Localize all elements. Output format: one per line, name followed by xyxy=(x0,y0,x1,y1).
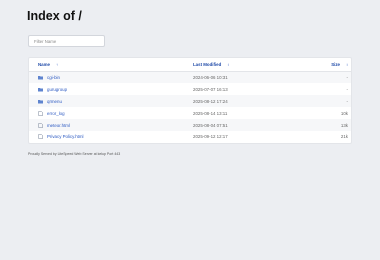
cell-name: qrmenu xyxy=(29,95,178,107)
folder-icon xyxy=(38,75,43,80)
cell-last-modified: 2024-06-06 10:31 xyxy=(193,75,228,81)
cell-size: 13k xyxy=(340,122,348,128)
folder-icon xyxy=(38,87,43,92)
column-header-size[interactable]: Size ↕ xyxy=(323,58,351,72)
column-header-last-modified[interactable]: Last Modified ↕ xyxy=(178,58,323,72)
cell-size: 21k xyxy=(340,134,348,140)
column-header-name-label: Name xyxy=(38,62,50,67)
sort-arrow-modified-icon: ↕ xyxy=(227,62,230,67)
cell-name: meteor.html xyxy=(29,119,178,131)
file-listing-card: Name ↑ Last Modified ↕ Size ↕ cgi-bin 2024-0… xyxy=(28,57,352,144)
cell-size: - xyxy=(346,98,348,104)
entry-link[interactable]: cgi-bin xyxy=(47,75,60,80)
cell-last-modified: 2025-08-14 13:11 xyxy=(193,110,228,116)
table-row: Privacy Policy.html 2025-09-12 12:17 21k xyxy=(29,131,351,143)
table-row: error_log 2025-08-14 13:11 10k xyxy=(29,107,351,119)
entry-link[interactable]: meteor.html xyxy=(47,123,70,128)
server-footer: Proudly Served by LiteSpeed Web Server a… xyxy=(28,152,121,156)
table-row: qrmenu 2025-08-12 17:24 - xyxy=(29,95,351,108)
sort-arrow-size-icon: ↕ xyxy=(346,62,348,67)
entry-link[interactable]: qrmenu xyxy=(47,99,62,104)
cell-size: - xyxy=(346,75,348,81)
cell-name: gurugroup xyxy=(29,83,178,95)
folder-icon xyxy=(38,99,43,104)
sort-arrow-name-icon: ↑ xyxy=(55,62,58,67)
cell-last-modified: 2025-07-07 16:13 xyxy=(193,86,228,92)
cell-last-modified: 2025-08-12 17:24 xyxy=(193,98,228,104)
cell-name: error_log xyxy=(29,107,178,119)
cell-last-modified: 2025-09-12 12:17 xyxy=(193,134,228,140)
table-row: meteor.html 2025-08-04 07:51 13k xyxy=(29,119,351,131)
table-row: cgi-bin 2024-06-06 10:31 - xyxy=(29,71,351,84)
entry-link[interactable]: gurugroup xyxy=(47,87,67,92)
cell-size: - xyxy=(346,86,348,92)
table-header-row: Name ↑ Last Modified ↕ Size ↕ xyxy=(29,58,351,72)
cell-last-modified: 2025-08-04 07:51 xyxy=(193,122,228,128)
page-title: Index of / xyxy=(27,9,82,23)
filter-name-input[interactable] xyxy=(28,35,105,47)
directory-listing-page: Index of / Name ↑ Last Modified ↕ Size ↕ cg… xyxy=(0,0,380,260)
file-icon xyxy=(38,110,43,116)
cell-name: Privacy Policy.html xyxy=(29,131,178,143)
entry-link[interactable]: error_log xyxy=(47,111,65,116)
file-icon xyxy=(38,122,43,128)
column-header-last-modified-label: Last Modified xyxy=(193,62,222,67)
column-header-name[interactable]: Name ↑ xyxy=(29,58,178,72)
table-row: gurugroup 2025-07-07 16:13 - xyxy=(29,83,351,95)
file-listing-table: Name ↑ Last Modified ↕ Size ↕ cgi-bin 2024-0… xyxy=(29,58,351,143)
cell-name: cgi-bin xyxy=(29,72,178,84)
cell-size: 10k xyxy=(340,110,348,116)
entry-link[interactable]: Privacy Policy.html xyxy=(47,134,84,139)
file-icon xyxy=(38,134,43,140)
column-header-size-label: Size xyxy=(331,62,340,67)
